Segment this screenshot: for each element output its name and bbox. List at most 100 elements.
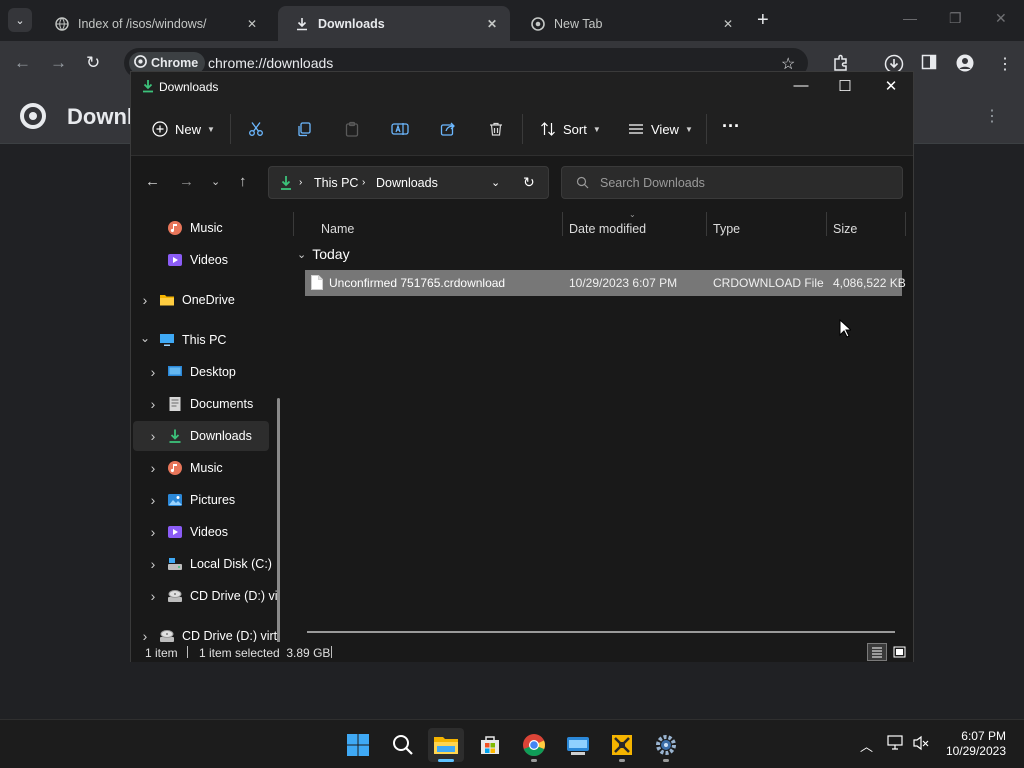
breadcrumb-downloads[interactable]: Downloads <box>376 176 438 190</box>
show-hidden-icons-chevron-icon[interactable]: ︿ <box>860 736 873 755</box>
search-button[interactable] <box>385 728 421 762</box>
nav-item-videos[interactable]: Videos <box>133 245 269 275</box>
chevron-right-icon[interactable]: › <box>147 556 159 572</box>
taskbar-store[interactable] <box>472 728 508 762</box>
start-button[interactable] <box>340 728 376 762</box>
refresh-icon[interactable]: ↻ <box>523 174 535 191</box>
close-button[interactable]: ✕ <box>876 77 906 95</box>
nav-item-pictures[interactable]: › Pictures <box>133 485 269 515</box>
minimize-button[interactable]: — <box>786 77 816 94</box>
tab-downloads[interactable]: Downloads ✕ <box>278 6 510 41</box>
nav-item-downloads[interactable]: › Downloads <box>133 421 269 451</box>
url-text[interactable]: chrome://downloads <box>208 55 333 71</box>
back-button[interactable]: ← <box>145 173 160 190</box>
more-options-button[interactable]: ··· <box>722 116 740 137</box>
system-clock[interactable]: 6:07 PM 10/29/2023 <box>946 729 1006 759</box>
tab-index-isos[interactable]: Index of /isos/windows/ ✕ <box>38 6 270 41</box>
tab-search-button[interactable]: ⌄ <box>8 8 32 32</box>
file-explorer-icon <box>434 737 458 754</box>
close-icon[interactable]: ✕ <box>720 17 736 31</box>
close-window-button[interactable]: ✕ <box>995 10 1007 27</box>
pc-icon <box>159 332 175 348</box>
maximize-button[interactable]: ☐ <box>830 77 860 95</box>
globe-icon <box>54 16 70 32</box>
details-view-button[interactable] <box>867 643 887 661</box>
address-bar[interactable]: › This PC › Downloads ⌄ ↻ <box>268 166 549 199</box>
network-icon[interactable] <box>886 735 904 754</box>
chevron-right-icon[interactable]: › <box>147 396 159 412</box>
sort-button[interactable]: Sort ▼ <box>539 120 601 138</box>
group-header-today[interactable]: ⌄ Today <box>297 246 350 262</box>
nav-item-music[interactable]: › Music <box>133 453 269 483</box>
column-header-date[interactable]: Date modified <box>569 222 646 236</box>
restore-button[interactable]: ❐ <box>949 10 962 27</box>
nav-item-label: Videos <box>190 253 228 267</box>
share-icon <box>439 120 457 138</box>
search-input[interactable] <box>600 175 890 191</box>
download-icon <box>167 428 183 444</box>
taskbar-settings[interactable] <box>648 728 684 762</box>
chevron-right-icon[interactable]: › <box>147 492 159 508</box>
search-box[interactable] <box>561 166 903 199</box>
taskbar-file-explorer[interactable] <box>428 728 464 762</box>
chevron-right-icon[interactable]: › <box>147 364 159 380</box>
column-header-size[interactable]: Size <box>833 222 857 236</box>
nav-item-local-disk-c[interactable]: › Local Disk (C:) <box>133 549 272 579</box>
horizontal-scrollbar[interactable] <box>307 631 895 633</box>
chevron-right-icon[interactable]: › <box>147 460 159 476</box>
volume-muted-icon[interactable] <box>912 735 930 754</box>
more-menu-icon[interactable]: ⋮ <box>984 106 1000 126</box>
profile-icon[interactable] <box>956 54 974 77</box>
up-button[interactable]: ↑ <box>239 173 247 190</box>
side-panel-icon[interactable] <box>921 54 937 75</box>
nav-scrollbar[interactable] <box>277 398 280 642</box>
back-button[interactable]: ← <box>14 53 31 73</box>
copy-button[interactable] <box>295 120 313 138</box>
cut-button[interactable] <box>247 120 265 138</box>
nav-item-music[interactable]: Music <box>133 213 269 243</box>
chip-label: Chrome <box>151 56 199 70</box>
file-row[interactable]: Unconfirmed 751765.crdownload 10/29/2023… <box>305 270 906 296</box>
nav-item-this-pc[interactable]: ⌄ This PC <box>133 325 269 355</box>
chevron-right-icon[interactable]: › <box>139 628 151 642</box>
column-header-name[interactable]: Name <box>321 222 354 236</box>
more-icon: ··· <box>722 116 740 136</box>
chevron-right-icon[interactable]: › <box>147 428 159 444</box>
nav-item-cd-drive-d-virt[interactable]: › CD Drive (D:) virt <box>133 621 277 642</box>
chevron-down-icon[interactable]: ⌄ <box>139 331 151 345</box>
rename-button[interactable] <box>391 120 409 138</box>
nav-item-onedrive[interactable]: › OneDrive <box>133 285 269 315</box>
share-button[interactable] <box>439 120 457 138</box>
minimize-button[interactable]: — <box>903 10 917 26</box>
delete-button[interactable] <box>487 120 505 138</box>
paste-button[interactable] <box>343 120 361 138</box>
trash-icon <box>487 120 505 138</box>
reload-button[interactable]: ↻ <box>86 53 100 73</box>
taskbar-app-terminal[interactable] <box>560 728 596 762</box>
explorer-title-bar: Downloads — ☐ ✕ <box>131 72 913 102</box>
nav-item-videos[interactable]: › Videos <box>133 517 269 547</box>
pictures-icon <box>167 492 183 508</box>
new-tab-button[interactable]: + <box>757 10 769 30</box>
tab-new-tab[interactable]: New Tab ✕ <box>514 6 746 41</box>
chevron-right-icon[interactable]: › <box>139 292 151 308</box>
chevron-right-icon[interactable]: › <box>147 588 159 604</box>
recent-locations-button[interactable]: ⌄ <box>211 175 220 188</box>
chevron-right-icon[interactable]: › <box>147 524 159 540</box>
nav-item-documents[interactable]: › Documents <box>133 389 269 419</box>
nav-item-desktop[interactable]: › Desktop <box>133 357 269 387</box>
address-dropdown-icon[interactable]: ⌄ <box>491 176 500 189</box>
view-button[interactable]: View ▼ <box>627 120 693 138</box>
close-icon[interactable]: ✕ <box>244 17 260 31</box>
close-icon[interactable]: ✕ <box>484 17 500 31</box>
new-button[interactable]: New ▼ <box>151 120 215 138</box>
forward-button[interactable]: → <box>50 53 67 73</box>
breadcrumb-this-pc[interactable]: This PC <box>314 176 358 190</box>
large-icons-view-button[interactable] <box>889 643 909 661</box>
nav-item-cd-drive-d-vi[interactable]: › CD Drive (D:) vi <box>133 581 278 611</box>
chrome-menu-icon[interactable]: ⋮ <box>997 54 1013 74</box>
taskbar-chrome[interactable] <box>516 728 552 762</box>
column-header-type[interactable]: Type <box>713 222 740 236</box>
taskbar-app-tools[interactable] <box>604 728 640 762</box>
forward-button[interactable]: → <box>179 173 194 190</box>
